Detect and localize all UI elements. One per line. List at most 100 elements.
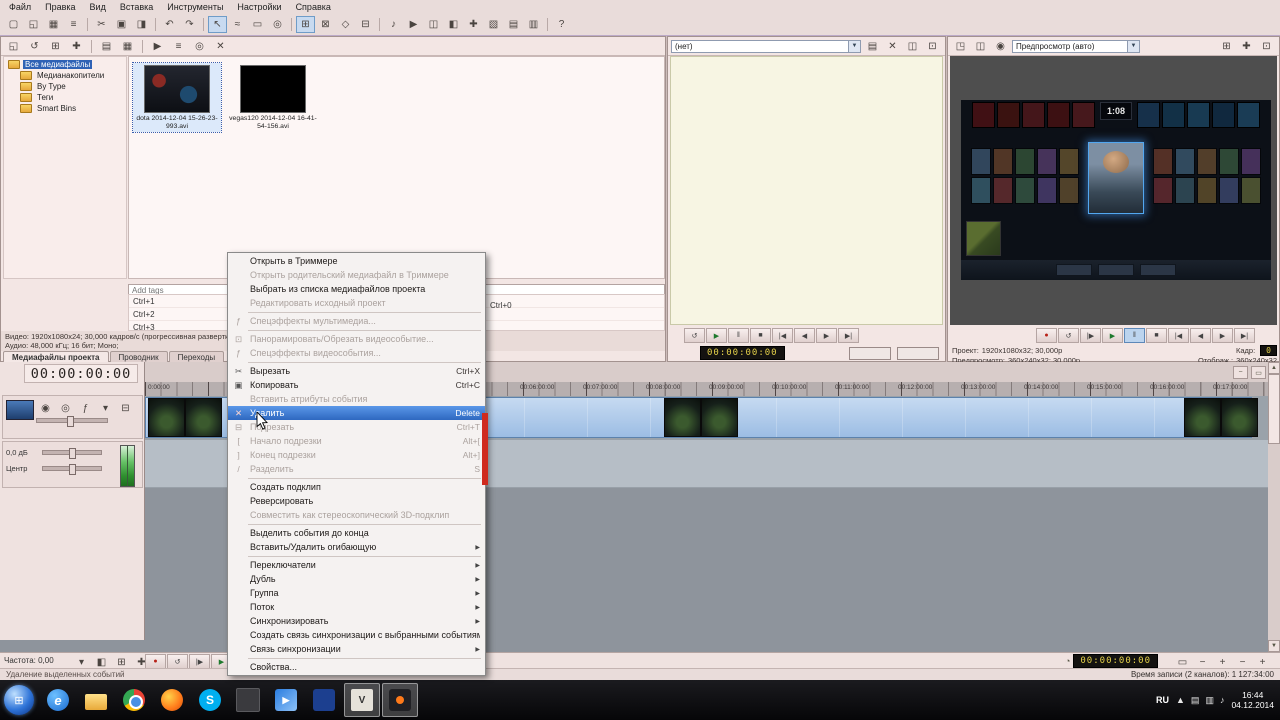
- trimmer-selection-start-box[interactable]: [849, 347, 891, 360]
- split-screen-view-icon[interactable]: ◫: [971, 38, 990, 55]
- auto-preview-icon[interactable]: ▶: [148, 38, 167, 55]
- restore-track-icon[interactable]: ▭: [1251, 366, 1266, 379]
- go-to-end-button[interactable]: ▶|: [838, 328, 859, 343]
- action-center-icon[interactable]: ▤: [1191, 695, 1200, 706]
- redo-icon[interactable]: ↷: [180, 16, 199, 33]
- app-dark-button[interactable]: [230, 683, 266, 717]
- play-from-start-button[interactable]: |▶: [1080, 328, 1101, 343]
- new-project-icon[interactable]: ▢: [4, 16, 23, 33]
- search-icon[interactable]: ◎: [190, 38, 209, 55]
- context-item-17[interactable]: /РазделитьS: [228, 462, 485, 476]
- vegas-pro-button[interactable]: V: [344, 683, 380, 717]
- chrome-button[interactable]: [116, 683, 152, 717]
- screen-recorder-button[interactable]: [382, 683, 418, 717]
- context-item-1[interactable]: Открыть родительский медиафайл в Триммер…: [228, 268, 485, 282]
- refresh-icon[interactable]: ↺: [25, 38, 44, 55]
- hidden-icons-arrow[interactable]: ▲: [1176, 695, 1185, 706]
- media-player-button[interactable]: ▶: [268, 683, 304, 717]
- up-folder-icon[interactable]: ◱: [4, 38, 23, 55]
- new-bin-icon[interactable]: ⊞: [46, 38, 65, 55]
- list-view-icon[interactable]: ▤: [97, 38, 116, 55]
- media-item[interactable]: vegas120 2014-12-04 16-41-54-156.avi: [229, 63, 317, 132]
- scrollbar-thumb[interactable]: [1268, 374, 1280, 444]
- project-properties-icon[interactable]: ≡: [64, 16, 83, 33]
- trimmer-workspace[interactable]: [670, 56, 943, 325]
- context-item-11[interactable]: ▣КопироватьCtrl+C: [228, 378, 485, 392]
- context-item-5[interactable]: ƒСпецэффекты мультимедиа...: [228, 314, 485, 328]
- context-item-16[interactable]: ]Конец подрезкиAlt+]: [228, 448, 485, 462]
- context-item-21[interactable]: Совместить как стереоскопический 3D-подк…: [228, 508, 485, 522]
- video-preview-icon[interactable]: ▶: [404, 16, 423, 33]
- snapping-icon[interactable]: ⊞: [296, 16, 315, 33]
- tree-item-1[interactable]: Медианакопители: [4, 70, 126, 81]
- edit-details-icon[interactable]: ▤: [504, 16, 523, 33]
- track-mute-button[interactable]: ◉: [36, 400, 55, 417]
- ignore-grouping-icon[interactable]: ⊟: [356, 16, 375, 33]
- envelope-tool-icon[interactable]: ≈: [228, 16, 247, 33]
- context-item-29[interactable]: Поток▶: [228, 600, 485, 614]
- record-button[interactable]: ●: [1036, 328, 1057, 343]
- go-to-start-button[interactable]: |◀: [772, 328, 793, 343]
- cursor-timecode-display[interactable]: 00:00:00:00: [24, 364, 138, 383]
- loop-playback-button[interactable]: ↺: [1058, 328, 1079, 343]
- pause-button[interactable]: ‖: [1124, 328, 1145, 343]
- tree-item-3[interactable]: Теги: [4, 92, 126, 103]
- selection-tool-icon[interactable]: ▭: [248, 16, 267, 33]
- menu-item-0[interactable]: Файл: [2, 2, 38, 12]
- mixer-icon[interactable]: ♪: [384, 16, 403, 33]
- trimmer-settings-icon[interactable]: ▤: [863, 38, 882, 55]
- scroll-up-icon[interactable]: ▲: [1268, 362, 1280, 374]
- context-item-32[interactable]: Связь синхронизации▶: [228, 642, 485, 656]
- preview-quality-combo[interactable]: Предпросмотр (авто) ▼: [1012, 40, 1140, 53]
- context-item-31[interactable]: Создать связь синхронизации с выбранными…: [228, 628, 485, 642]
- play-button[interactable]: ▶: [706, 328, 727, 343]
- context-item-26[interactable]: Переключатели▶: [228, 558, 485, 572]
- context-item-30[interactable]: Синхронизировать▶: [228, 614, 485, 628]
- thumbnail-view-icon[interactable]: ▦: [118, 38, 137, 55]
- tree-item-0[interactable]: Все медиафайлы: [4, 59, 126, 70]
- scroll-down-icon[interactable]: ▼: [1268, 640, 1280, 652]
- paste-icon[interactable]: ◨: [132, 16, 151, 33]
- next-frame-button[interactable]: ▶: [1212, 328, 1233, 343]
- tree-item-4[interactable]: Smart Bins: [4, 103, 126, 114]
- dock-trimmer-icon[interactable]: ◫: [903, 38, 922, 55]
- loop-playback-button[interactable]: ↺: [167, 654, 188, 669]
- menu-item-2[interactable]: Вид: [83, 2, 113, 12]
- zoom-preview-icon[interactable]: ✚: [1237, 38, 1256, 55]
- context-item-19[interactable]: Создать подклип: [228, 480, 485, 494]
- track-automation-button[interactable]: ▾: [96, 400, 115, 417]
- next-frame-button[interactable]: ▶: [816, 328, 837, 343]
- explorer-window-icon[interactable]: ◫: [424, 16, 443, 33]
- auto-ripple-icon[interactable]: ⊠: [316, 16, 335, 33]
- context-item-7[interactable]: ⊡Панорамировать/Обрезать видеособытие...: [228, 332, 485, 346]
- app-blue-button[interactable]: [306, 683, 342, 717]
- context-item-8[interactable]: ƒСпецэффекты видеособытия...: [228, 346, 485, 360]
- chevron-down-icon[interactable]: ▼: [1127, 41, 1139, 52]
- undo-icon[interactable]: ↶: [160, 16, 179, 33]
- context-item-3[interactable]: Редактировать исходный проект: [228, 296, 485, 310]
- media-item[interactable]: dota 2014-12-04 15-26-23-993.avi: [133, 63, 221, 132]
- volume-slider[interactable]: [42, 450, 102, 455]
- normal-edit-tool-icon[interactable]: ↖: [208, 16, 227, 33]
- context-item-15[interactable]: [Начало подрезкиAlt+[: [228, 434, 485, 448]
- play-from-start-button[interactable]: |▶: [189, 654, 210, 669]
- help-icon[interactable]: ?: [552, 16, 571, 33]
- context-item-23[interactable]: Выделить события до конца: [228, 526, 485, 540]
- menu-item-6[interactable]: Справка: [289, 2, 338, 12]
- context-item-28[interactable]: Группа▶: [228, 586, 485, 600]
- audio-track-header[interactable]: 0,0 дБ Центр: [2, 441, 143, 488]
- network-icon[interactable]: ▥: [1205, 695, 1214, 706]
- record-button[interactable]: ●: [145, 654, 166, 669]
- mixer-window-icon[interactable]: ▥: [524, 16, 543, 33]
- firefox-button[interactable]: [154, 683, 190, 717]
- internet-explorer-button[interactable]: e: [40, 683, 76, 717]
- loop-region-icon[interactable]: ◉: [991, 38, 1010, 55]
- menu-item-4[interactable]: Инструменты: [160, 2, 230, 12]
- taskbar-clock[interactable]: 16:44 04.12.2014: [1231, 690, 1274, 710]
- context-item-2[interactable]: Выбрать из списка медиафайлов проекта: [228, 282, 485, 296]
- context-item-10[interactable]: ✂ВырезатьCtrl+X: [228, 364, 485, 378]
- media-generators-icon[interactable]: ✚: [464, 16, 483, 33]
- play-button[interactable]: ▶: [1102, 328, 1123, 343]
- vertical-scrollbar[interactable]: ▲ ▼: [1268, 362, 1280, 652]
- volume-icon[interactable]: ♪: [1220, 695, 1225, 706]
